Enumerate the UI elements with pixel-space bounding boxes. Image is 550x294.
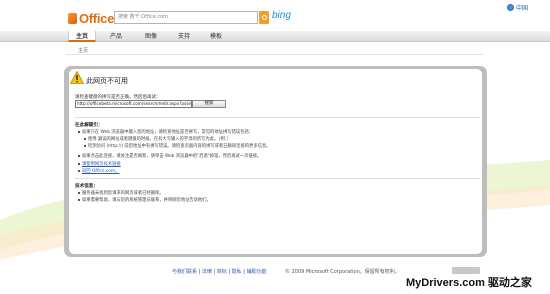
- section-divider: [75, 117, 480, 118]
- tech-line: 如果需要帮助，请与您的系统管理员联系，并将网页地址告诉他们。: [78, 197, 211, 203]
- section-divider: [75, 178, 480, 179]
- tip-line: 如果点击此连接，请关注是否刷新，请单击 Web 浏览器中的"后退"按钮，然后再试…: [78, 153, 261, 159]
- globe-icon: [507, 4, 514, 11]
- breadcrumb[interactable]: 主页: [78, 47, 88, 54]
- footer-link-privacy[interactable]: 隐私: [232, 269, 242, 275]
- breadcrumb-divider: [66, 54, 484, 55]
- nav-tab-templates[interactable]: 模板: [205, 31, 227, 42]
- nav-tab-products[interactable]: 产品: [105, 31, 127, 42]
- locale-label: 中国: [516, 5, 529, 12]
- search-icon: [261, 15, 267, 20]
- return-office-link[interactable]: 返回 Office.com。: [82, 169, 119, 174]
- error-title: 此网页不可用: [86, 77, 128, 85]
- tip-line: 使用 漏误的网址或者键盘的时候，在有大写输入的字母的所写为此。（例：）: [84, 136, 231, 142]
- office-logo-icon: [68, 12, 77, 24]
- footer-link-accessibility[interactable]: 辅助功能: [247, 269, 267, 275]
- footer-links: 与我们联系 | 法律 | 商标 | 隐私 | 辅助功能: [172, 269, 267, 275]
- footer-link-legal[interactable]: 法律: [202, 269, 212, 275]
- nav-tab-images[interactable]: 图像: [140, 31, 162, 42]
- bing-logo: bing: [272, 10, 291, 21]
- tip-line: 如果只在 Web 浏览器中输入您的地址，请检查地址是否拼写，常见的地址拼写错误包…: [78, 129, 253, 135]
- watermark: MyDrivers.com 驱动之家: [406, 277, 532, 289]
- microsoft-logo: [452, 267, 480, 274]
- tips-title: 在此解疑引：: [75, 123, 103, 128]
- nav-tab-support[interactable]: 支持: [173, 31, 195, 42]
- footer-link-trademark[interactable]: 商标: [217, 269, 227, 275]
- office-logo[interactable]: Office: [68, 9, 114, 27]
- footer-link-contact[interactable]: 与我们联系: [172, 269, 197, 275]
- url-field[interactable]: http://officebeta.microsoft.com/search/r…: [75, 100, 192, 108]
- locale-link[interactable]: 中国: [507, 3, 528, 12]
- tech-line: 服务器未找到您请求的网页或者已经删除。: [78, 190, 164, 196]
- search-button[interactable]: [259, 11, 269, 24]
- search-submit-button[interactable]: 搜索: [192, 100, 226, 108]
- web-help-link[interactable]: 请使用网页技术链接: [82, 162, 121, 167]
- search-input[interactable]: 搜索 数千 Office.com: [114, 11, 258, 24]
- tip-line: 检测访问 (http://) 前后地址中有拼写错误。请检查页面内容的拼写或者已删…: [84, 143, 271, 149]
- office-logo-text: Office: [78, 10, 114, 26]
- tip-link-item: 返回 Office.com。: [78, 168, 119, 174]
- warning-icon: [70, 71, 84, 84]
- tip-link-item: 请使用网页技术链接: [78, 161, 121, 167]
- tech-title: 技术信息：: [75, 184, 98, 189]
- nav-tab-home[interactable]: 主页: [68, 31, 96, 42]
- footer-copyright: © 2009 Microsoft Corporation，保留所有权利。: [285, 269, 400, 275]
